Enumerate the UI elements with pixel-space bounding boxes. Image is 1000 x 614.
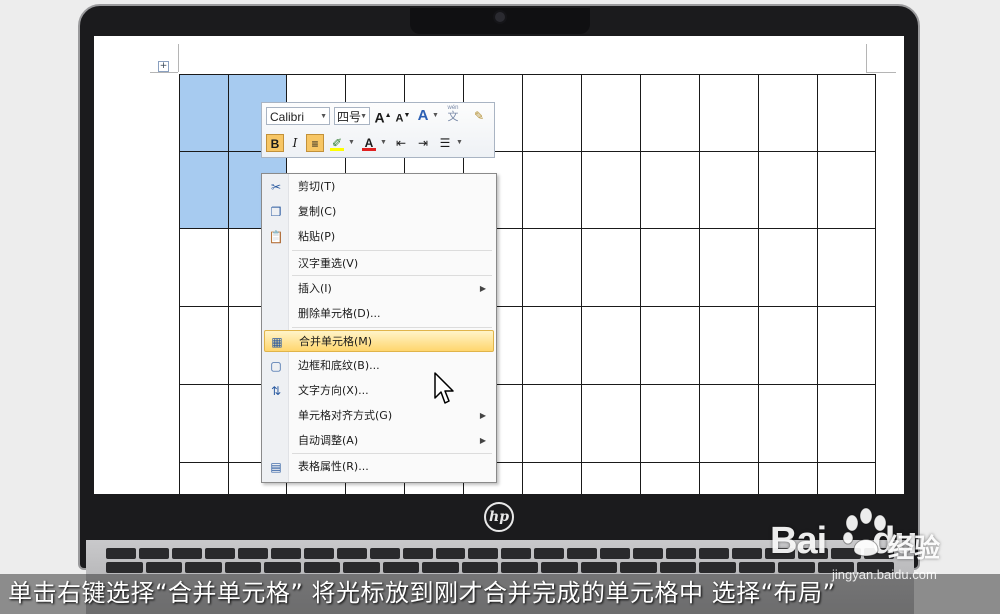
- align-center-button[interactable]: ≡: [306, 134, 324, 152]
- chevron-down-icon: ▼: [380, 139, 387, 146]
- text-direction-icon: ⇅: [270, 384, 282, 398]
- decrease-indent-icon[interactable]: ⇤: [392, 134, 410, 152]
- context-menu-item-label: 粘贴(P): [298, 230, 336, 243]
- margin-mark-right-v: [866, 44, 867, 72]
- margin-mark-left-h: [150, 72, 178, 73]
- borders-icon: ▢: [270, 359, 282, 373]
- table-move-handle-icon[interactable]: +: [158, 61, 169, 72]
- table-grid-line: [179, 74, 180, 494]
- context-menu-item-label: 复制(C): [298, 205, 337, 218]
- menu-separator: [292, 453, 492, 454]
- context-menu-item-label: 合并单元格(M): [299, 335, 373, 348]
- submenu-arrow-icon: ▶: [479, 411, 486, 420]
- table-grid-line: [522, 74, 523, 494]
- styles-button[interactable]: A: [414, 107, 432, 125]
- mini-format-toolbar: Calibri ▼ 四号 ▼ A▲ A▼ A ▼ wén 文 ✎ B I ≡ ✐…: [261, 102, 495, 158]
- laptop-screen: + Calibri ▼ 四号 ▼ A▲ A▼ A ▼ wén 文 ✎ B I ≡…: [94, 36, 904, 494]
- increase-indent-icon[interactable]: ⇥: [414, 134, 432, 152]
- context-menu-item[interactable]: 📋 粘贴(P): [264, 226, 494, 248]
- baidu-paw-icon: [842, 507, 887, 557]
- hp-logo: hp: [484, 502, 514, 532]
- chevron-down-icon: ▼: [432, 112, 439, 119]
- context-menu-item-label: 单元格对齐方式(G): [298, 409, 393, 422]
- context-menu-item-label: 边框和底纹(B)...: [298, 359, 380, 372]
- shrink-font-button[interactable]: A▼: [394, 107, 412, 125]
- highlight-color-icon[interactable]: ✐: [328, 134, 346, 152]
- bold-button[interactable]: B: [266, 134, 284, 152]
- context-menu-item[interactable]: ▦ 合并单元格(M): [264, 330, 494, 352]
- menu-separator: [292, 327, 492, 328]
- table-grid-line: [228, 74, 229, 494]
- context-menu-item[interactable]: ▢ 边框和底纹(B)...: [264, 355, 494, 377]
- context-menu-item[interactable]: ⇅ 文字方向(X)...: [264, 380, 494, 402]
- chevron-down-icon: ▼: [456, 139, 463, 146]
- menu-separator: [292, 275, 492, 276]
- phonetic-guide-button[interactable]: wén 文: [442, 105, 464, 123]
- context-menu-item[interactable]: ✂ 剪切(T): [264, 176, 494, 198]
- font-name-value: Calibri: [270, 110, 305, 124]
- context-menu-item-label: 插入(I): [298, 282, 332, 295]
- table-grid-line: [817, 74, 818, 494]
- table-grid-line: [640, 74, 641, 494]
- context-menu-item[interactable]: 删除单元格(D)...: [264, 303, 494, 325]
- submenu-arrow-icon: ▶: [479, 436, 486, 445]
- mouse-cursor-icon: [434, 372, 454, 404]
- context-menu-item[interactable]: 单元格对齐方式(G) ▶: [264, 405, 494, 427]
- chevron-down-icon: ▼: [348, 139, 355, 146]
- font-name-select[interactable]: Calibri ▼: [266, 107, 330, 125]
- menu-separator: [292, 250, 492, 251]
- copy-icon: ❐: [270, 205, 282, 219]
- watermark-url: jingyan.baidu.com: [832, 567, 937, 582]
- context-menu-item-label: 汉字重选(V): [298, 257, 359, 270]
- context-menu-item-label: 文字方向(X)...: [298, 384, 369, 397]
- font-size-value: 四号: [337, 110, 362, 124]
- font-color-button[interactable]: A: [360, 134, 378, 152]
- context-menu: ✂ 剪切(T) ❐ 复制(C) 📋 粘贴(P) 汉字重选(V) 插入(I) ▶ 删除单元格(D).…: [261, 173, 497, 483]
- format-painter-icon[interactable]: ✎: [470, 107, 488, 125]
- context-menu-item[interactable]: 汉字重选(V): [264, 253, 494, 275]
- submenu-arrow-icon: ▶: [479, 284, 486, 293]
- context-menu-item-label: 删除单元格(D)...: [298, 307, 381, 320]
- context-menu-item[interactable]: 插入(I) ▶: [264, 278, 494, 300]
- context-menu-item-label: 自动调整(A): [298, 434, 359, 447]
- table-grid-line: [758, 74, 759, 494]
- watermark-jingyan: 经验: [888, 534, 941, 564]
- margin-mark-left-v: [178, 44, 179, 72]
- font-size-select[interactable]: 四号 ▼: [334, 107, 370, 125]
- italic-button[interactable]: I: [286, 134, 304, 152]
- context-menu-item[interactable]: ❐ 复制(C): [264, 201, 494, 223]
- webcam-icon: [495, 12, 505, 22]
- paste-icon: 📋: [268, 230, 284, 244]
- table-properties-icon: ▤: [270, 460, 282, 474]
- table-grid-line: [875, 74, 876, 494]
- chevron-down-icon: ▼: [320, 113, 327, 120]
- margin-mark-right-h: [866, 72, 896, 73]
- table-grid-line: [699, 74, 700, 494]
- bullets-icon[interactable]: ☰: [436, 134, 454, 152]
- table-grid-line: [179, 74, 875, 75]
- table-grid-line: [581, 74, 582, 494]
- context-menu-item[interactable]: ▤ 表格属性(R)...: [264, 456, 494, 478]
- context-menu-item[interactable]: 自动调整(A) ▶: [264, 430, 494, 452]
- context-menu-item-label: 剪切(T): [298, 180, 336, 193]
- context-menu-item-label: 表格属性(R)...: [298, 460, 369, 473]
- chevron-down-icon: ▼: [360, 113, 367, 120]
- merge-cells-icon: ▦: [271, 335, 283, 349]
- grow-font-button[interactable]: A▲: [374, 107, 392, 126]
- caption-text: 单击右键选择“合并单元格” 将光标放到刚才合并完成的单元格中 选择“布局”: [8, 579, 836, 607]
- scissors-icon: ✂: [270, 180, 282, 194]
- key-row: [106, 562, 894, 573]
